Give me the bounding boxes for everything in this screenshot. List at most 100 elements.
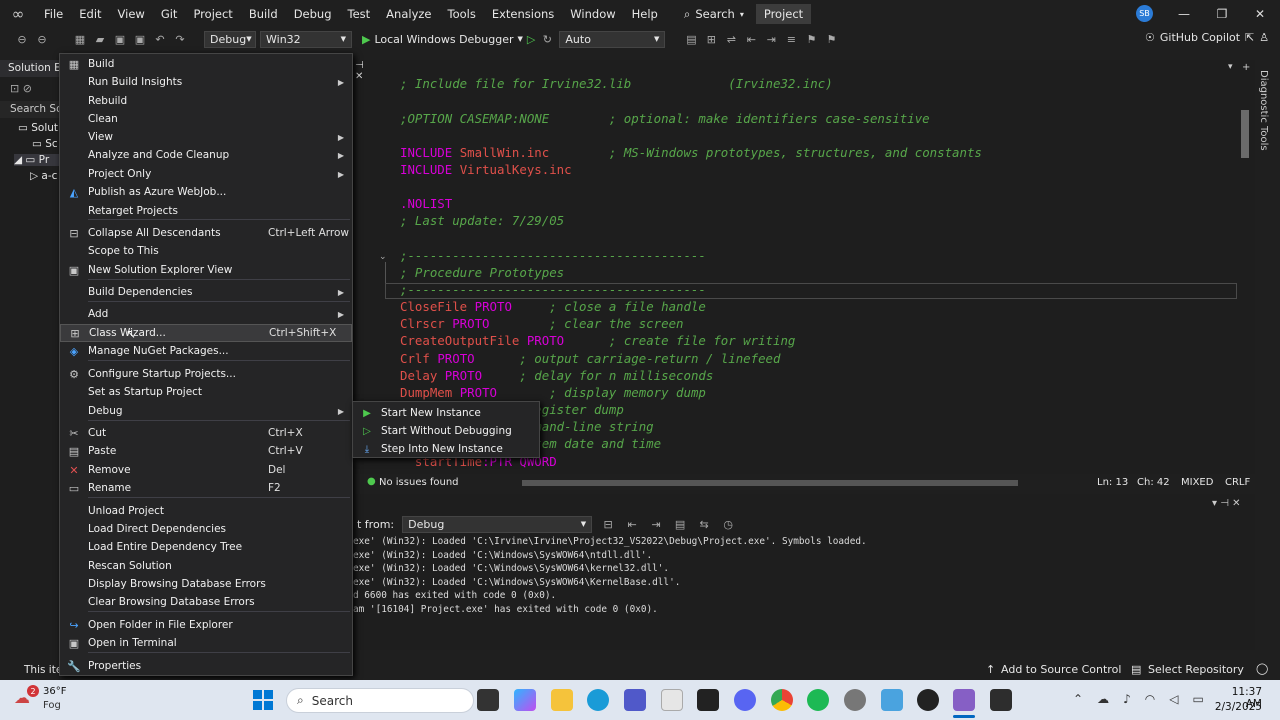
visual-studio-logo-icon[interactable]: ∞	[0, 0, 36, 28]
start-without-debugging-item[interactable]: ▷ Start Without Debugging	[353, 422, 539, 440]
forward-icon[interactable]: ⊖	[34, 33, 50, 46]
scrollbar-thumb[interactable]	[1241, 110, 1249, 158]
toolbar-icon[interactable]: ▤	[683, 33, 699, 46]
config-select[interactable]: Debug ▼	[204, 30, 256, 48]
edge-icon[interactable]	[587, 689, 609, 711]
menu-item-analyze-and-code-cleanup[interactable]: Analyze and Code Cleanup ▶	[60, 146, 352, 164]
clear-all-icon[interactable]: ▤	[672, 518, 688, 531]
menu-item-clear-browsing-database-errors[interactable]: Clear Browsing Database Errors	[60, 593, 352, 611]
hot-reload-icon[interactable]: ↻	[539, 33, 555, 46]
menu-item-collapse-all-descendants[interactable]: ⊟ Collapse All Descendants Ctrl+Left Arrow	[60, 224, 352, 242]
clock-icon[interactable]: ◷	[720, 518, 736, 531]
pin-icon[interactable]: ⊣ ✕	[355, 60, 375, 82]
select-repository-button[interactable]: Select Repository	[1148, 663, 1244, 676]
menu-item-open-in-terminal[interactable]: ▣ Open in Terminal	[60, 634, 352, 652]
task-view-icon[interactable]	[477, 689, 499, 711]
spotify-icon[interactable]	[807, 689, 829, 711]
save-all-icon[interactable]: ▣	[132, 33, 148, 46]
menu-item-view[interactable]: View ▶	[60, 128, 352, 146]
menu-item-rebuild[interactable]: Rebuild	[60, 92, 352, 110]
line-ending[interactable]: CRLF	[1225, 477, 1250, 488]
menu-test[interactable]: Test	[340, 0, 379, 28]
output-tool-icon[interactable]: ⇤	[624, 518, 640, 531]
menu-item-debug[interactable]: Debug ▶	[60, 402, 352, 420]
menu-help[interactable]: Help	[624, 0, 666, 28]
menu-item-publish-as-azure-webjob[interactable]: ◭ Publish as Azure WebJob...	[60, 183, 352, 201]
chevron-down-icon[interactable]: ▼	[518, 35, 523, 43]
bookmark-icon[interactable]: ⚑	[803, 33, 819, 46]
menu-item-run-build-insights[interactable]: Run Build Insights ▶	[60, 73, 352, 91]
menu-analyze[interactable]: Analyze	[378, 0, 439, 28]
open-folder-icon[interactable]: ▰	[92, 33, 108, 46]
menu-item-paste[interactable]: ▤ Paste Ctrl+V	[60, 442, 352, 460]
bookmark-icon[interactable]: ⚑	[823, 33, 839, 46]
undo-icon[interactable]: ↶	[152, 33, 168, 46]
menu-item-load-direct-dependencies[interactable]: Load Direct Dependencies	[60, 520, 352, 538]
menu-item-class-wizard[interactable]: ⊞ Class Wizard... Ctrl+Shift+X	[60, 324, 352, 342]
step-into-new-instance-item[interactable]: ⤓ Step Into New Instance	[353, 440, 539, 458]
menu-item-retarget-projects[interactable]: Retarget Projects	[60, 202, 352, 220]
menu-view[interactable]: View	[110, 0, 153, 28]
app-icon[interactable]	[917, 689, 939, 711]
app-icon[interactable]	[881, 689, 903, 711]
menu-item-rename[interactable]: ▭ Rename F2	[60, 479, 352, 497]
menu-item-configure-startup-projects[interactable]: ⚙ Configure Startup Projects...	[60, 365, 352, 383]
start-button[interactable]	[253, 690, 273, 710]
diagnostic-tools-tab[interactable]: Diagnostic Tools	[1258, 70, 1269, 151]
menu-item-scope-to-this[interactable]: Scope to This	[60, 242, 352, 260]
menu-item-open-folder-in-file-explorer[interactable]: ↪ Open Folder in File Explorer	[60, 616, 352, 634]
discord-icon[interactable]	[734, 689, 756, 711]
menu-item-add[interactable]: Add ▶	[60, 305, 352, 323]
teams-icon[interactable]	[624, 689, 646, 711]
taskbar-search[interactable]: ⌕ Search	[286, 688, 474, 713]
github-copilot-button[interactable]: ☉ GitHub Copilot ⇱ ♙	[1145, 31, 1269, 44]
maximize-button[interactable]: ❐	[1203, 0, 1241, 28]
tree-item-project[interactable]: ◢ ▭ Pr	[14, 154, 62, 166]
terminal-app-icon[interactable]	[990, 689, 1012, 711]
back-icon[interactable]: ⊖	[14, 33, 30, 46]
file-explorer-icon[interactable]	[551, 689, 573, 711]
toolbar-icon[interactable]: ⇤	[743, 33, 759, 46]
close-button[interactable]: ✕	[1241, 0, 1279, 28]
tree-item-solution[interactable]: ▭ Soluti	[18, 122, 61, 134]
menu-item-properties[interactable]: 🔧 Properties	[60, 657, 352, 675]
column-number[interactable]: Ch: 42	[1137, 477, 1170, 488]
word-wrap-icon[interactable]: ⇆	[696, 518, 712, 531]
menu-item-set-as-startup-project[interactable]: Set as Startup Project	[60, 383, 352, 401]
menu-item-load-entire-dependency-tree[interactable]: Load Entire Dependency Tree	[60, 538, 352, 556]
chrome-icon[interactable]	[771, 689, 793, 711]
output-tool-icon[interactable]: ⇥	[648, 518, 664, 531]
tree-item[interactable]: ▭ Sc	[32, 138, 58, 150]
menu-item-manage-nuget-packages[interactable]: ◈ Manage NuGet Packages...	[60, 342, 352, 360]
output-tool-icon[interactable]: ⊟	[600, 518, 616, 531]
menu-item-project-only[interactable]: Project Only ▶	[60, 165, 352, 183]
menu-extensions[interactable]: Extensions	[484, 0, 562, 28]
clock-date[interactable]: 2/3/2025	[1214, 701, 1262, 713]
settings-gear-icon[interactable]	[844, 689, 866, 711]
save-icon[interactable]: ▣	[112, 33, 128, 46]
onedrive-icon[interactable]: ☁	[1097, 692, 1109, 706]
toolbar-icon[interactable]: ≡	[783, 33, 799, 46]
whitespace-mode[interactable]: MIXED	[1181, 477, 1213, 488]
add-icon[interactable]: +	[1242, 62, 1250, 73]
output-panel-controls[interactable]: ▾ ⊣ ✕	[1212, 498, 1240, 509]
play-icon[interactable]: ▶	[362, 33, 370, 46]
menu-item-unload-project[interactable]: Unload Project	[60, 502, 352, 520]
volume-icon[interactable]: ◁	[1169, 692, 1178, 706]
toolbar-icon[interactable]: ⇌	[723, 33, 739, 46]
menu-file[interactable]: File	[36, 0, 71, 28]
chevron-down-icon[interactable]: ▾	[1228, 62, 1233, 72]
platform-select[interactable]: Win32 ▼	[260, 30, 352, 48]
solution-search-input[interactable]: Search Solu	[0, 101, 62, 118]
menu-git[interactable]: Git	[153, 0, 186, 28]
search-button[interactable]: ⌕ Search ▾	[676, 7, 752, 22]
chevron-up-icon[interactable]: ⌃	[1073, 692, 1083, 706]
weather-description[interactable]: Fog	[43, 700, 61, 711]
new-project-icon[interactable]: ▦	[72, 33, 88, 46]
auto-select[interactable]: Auto ▼	[559, 30, 666, 48]
output-source-select[interactable]: Debug ▼	[402, 515, 593, 533]
snipping-tool-icon[interactable]	[661, 689, 683, 711]
menu-edit[interactable]: Edit	[71, 0, 109, 28]
system-tray[interactable]: ⌃ ☁ ♪ ◠ ◁ ▭	[1073, 692, 1204, 706]
menu-debug[interactable]: Debug	[286, 0, 340, 28]
